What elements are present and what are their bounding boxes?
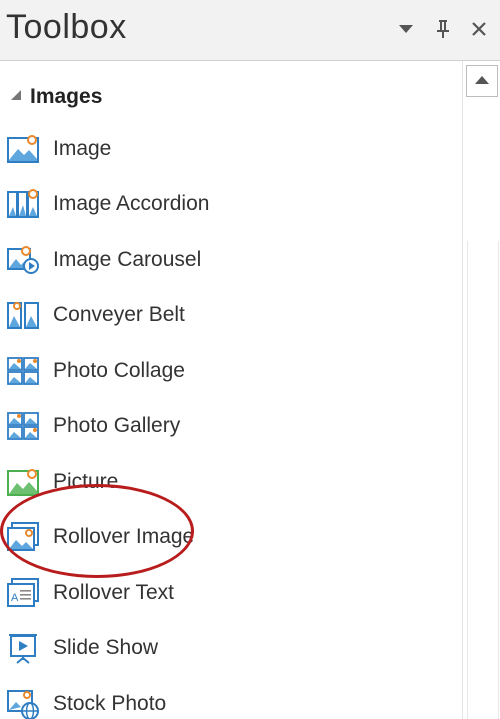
toolbox-item-photo-gallery[interactable]: Photo Gallery [0, 403, 440, 449]
close-icon [471, 21, 487, 37]
toolbox-item-slide-show[interactable]: Slide Show [0, 625, 440, 671]
svg-text:A: A [11, 592, 19, 604]
item-label: Rollover Text [53, 581, 174, 604]
photo-collage-icon [6, 354, 40, 388]
category-label: Images [30, 85, 103, 108]
scroll-up-button[interactable] [466, 65, 498, 97]
item-label: Image Carousel [53, 248, 202, 271]
toolbox-item-picture[interactable]: Picture [0, 459, 440, 505]
chevron-up-icon [474, 72, 490, 90]
item-label: Conveyer Belt [53, 303, 185, 326]
toolbox-panel: Images Image Image Accordion Image Carou… [0, 60, 500, 719]
category-images[interactable]: Images [0, 77, 440, 117]
toolbox-item-image-accordion[interactable]: Image Accordion [0, 181, 440, 227]
item-label: Slide Show [53, 636, 159, 659]
toolbox-item-stock-photo[interactable]: Stock Photo [0, 681, 440, 719]
image-icon [6, 132, 40, 166]
stock-photo-icon [6, 687, 40, 719]
image-carousel-icon [6, 243, 40, 277]
toolbox-item-photo-collage[interactable]: Photo Collage [0, 348, 440, 394]
dropdown-button[interactable] [391, 14, 421, 44]
expand-arrow-icon [10, 88, 22, 106]
toolbox-item-rollover-image[interactable]: Rollover Image [0, 514, 440, 560]
picture-icon [6, 465, 40, 499]
image-accordion-icon [6, 187, 40, 221]
photo-gallery-icon [6, 409, 40, 443]
item-label: Image [53, 137, 112, 160]
toolbox-titlebar: Toolbox [0, 0, 500, 60]
scroll-thumb[interactable] [467, 241, 499, 719]
slide-show-icon [6, 631, 40, 665]
toolbox-item-rollover-text[interactable]: A Rollover Text [0, 570, 440, 616]
item-label: Photo Collage [53, 359, 185, 382]
pin-icon [435, 19, 451, 39]
pin-button[interactable] [428, 14, 458, 44]
item-label: Rollover Image [53, 525, 195, 548]
toolbox-item-image[interactable]: Image [0, 126, 440, 172]
item-label: Picture [53, 470, 119, 493]
conveyer-belt-icon [6, 298, 40, 332]
close-button[interactable] [464, 14, 494, 44]
toolbox-list: Images Image Image Accordion Image Carou… [0, 61, 462, 719]
item-label: Stock Photo [53, 692, 167, 715]
item-label: Image Accordion [53, 192, 210, 215]
panel-title: Toolbox [6, 8, 127, 46]
rollover-text-icon: A [6, 576, 40, 610]
vertical-scrollbar[interactable] [462, 61, 500, 719]
rollover-image-icon [6, 520, 40, 554]
toolbox-item-image-carousel[interactable]: Image Carousel [0, 237, 440, 283]
dropdown-icon [398, 24, 414, 34]
item-label: Photo Gallery [53, 414, 181, 437]
toolbox-item-conveyer-belt[interactable]: Conveyer Belt [0, 292, 440, 338]
